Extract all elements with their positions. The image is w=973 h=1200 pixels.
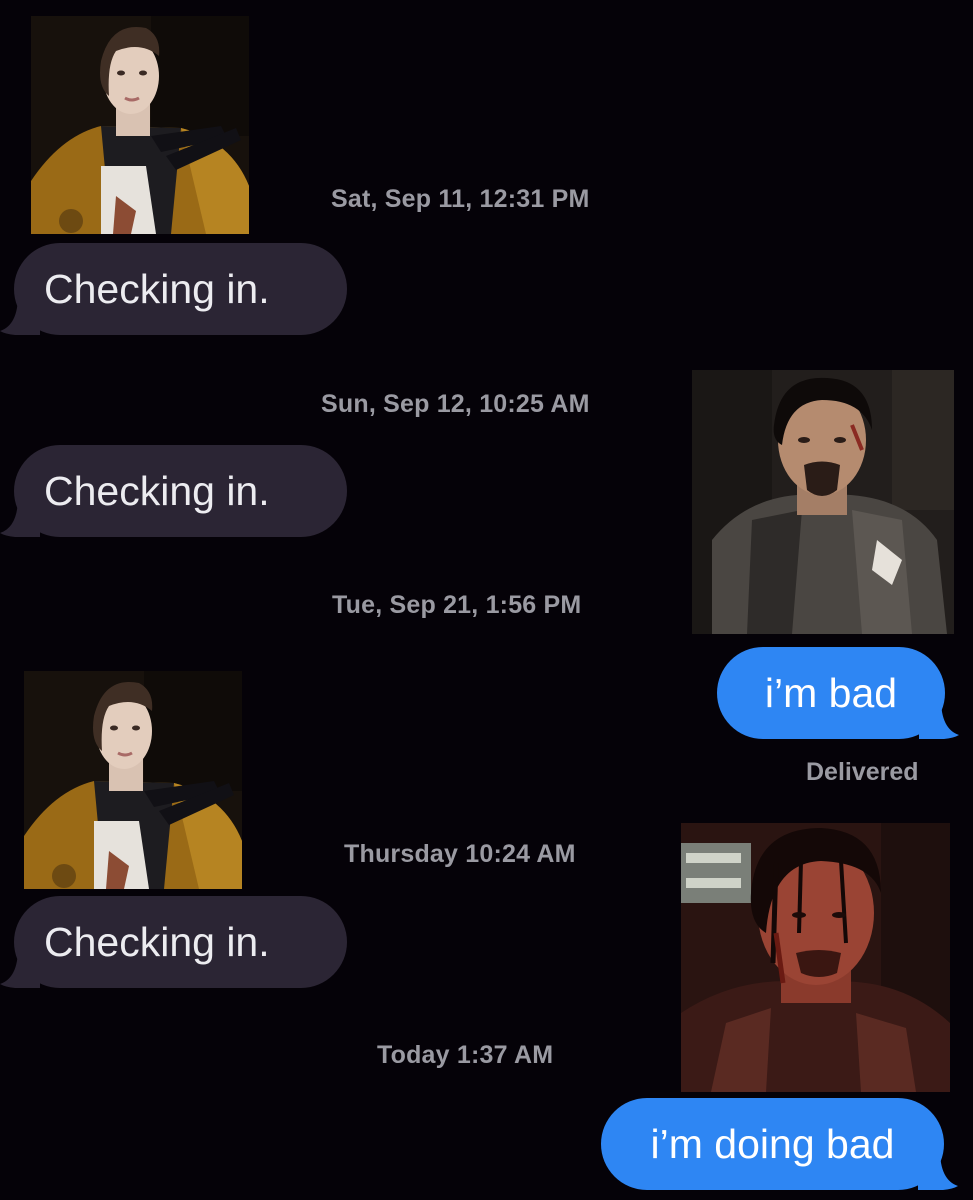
message-text: i’m doing bad: [650, 1120, 895, 1167]
bubble-tail-icon: [0, 295, 40, 335]
message-text: Checking in.: [44, 467, 270, 514]
delivered-status: Delivered: [806, 758, 919, 786]
bubble-tail-icon: [919, 699, 959, 739]
photo-woman-1: [31, 16, 249, 234]
timestamp-sep-12: Sun, Sep 12, 10:25 AM: [321, 390, 590, 418]
incoming-message-3[interactable]: Checking in.: [0, 896, 347, 988]
photo-man-2: [681, 823, 950, 1092]
timestamp-today: Today 1:37 AM: [377, 1041, 554, 1069]
photo-woman-2: [24, 671, 242, 889]
bubble-tail-icon: [0, 948, 40, 988]
bubble-tail-icon: [918, 1150, 958, 1190]
message-text: i’m bad: [764, 669, 898, 716]
incoming-message-2[interactable]: Checking in.: [0, 445, 347, 537]
message-text: Checking in.: [44, 918, 270, 965]
message-text: Checking in.: [44, 265, 270, 312]
timestamp-thursday: Thursday 10:24 AM: [344, 840, 576, 868]
timestamp-sep-11: Sat, Sep 11, 12:31 PM: [331, 185, 590, 213]
bubble-tail-icon: [0, 497, 40, 537]
photo-man-1: [692, 370, 954, 634]
timestamp-sep-21: Tue, Sep 21, 1:56 PM: [332, 591, 582, 619]
incoming-message-1[interactable]: Checking in.: [0, 243, 347, 335]
outgoing-message-1[interactable]: i’m bad: [717, 647, 959, 739]
outgoing-message-2[interactable]: i’m doing bad: [601, 1098, 958, 1190]
